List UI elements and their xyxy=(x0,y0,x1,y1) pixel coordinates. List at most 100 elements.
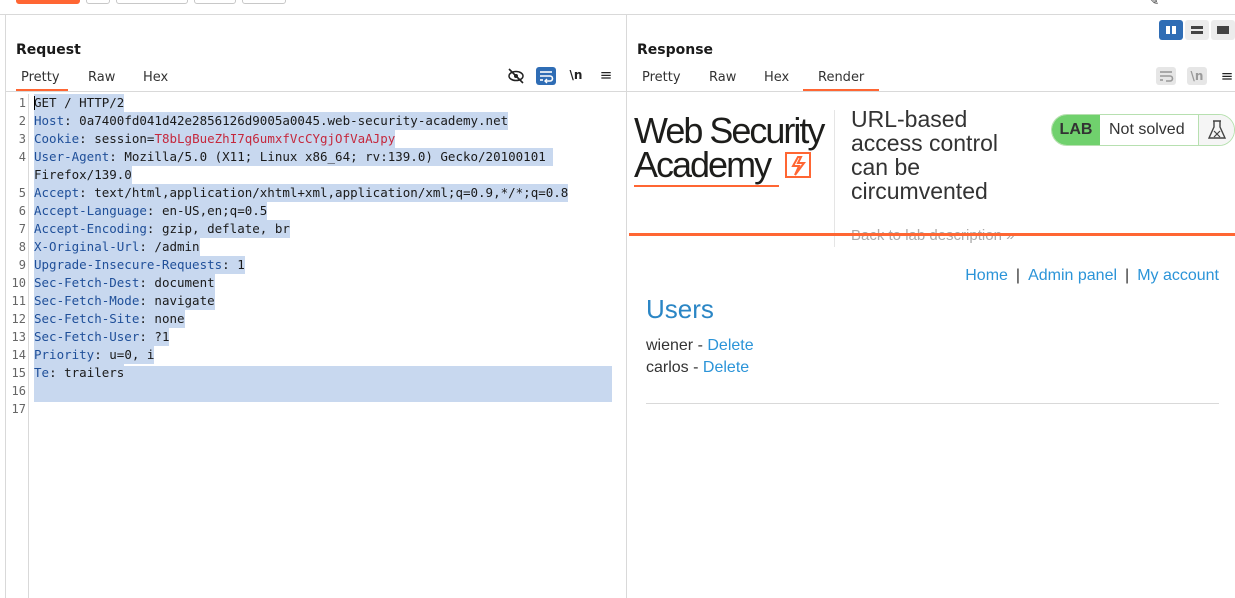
send-button[interactable] xyxy=(16,0,80,4)
lab-status-text: Not solved xyxy=(1109,121,1185,138)
header-name: Upgrade-Insecure-Requests xyxy=(34,257,223,272)
line-number: 7 xyxy=(18,222,26,236)
code-text: Upgrade-Insecure-Requests: 1 xyxy=(34,256,245,274)
header-separator: : xyxy=(139,311,155,326)
line-number: 2 xyxy=(18,114,26,128)
pencil-icon[interactable]: ✎ xyxy=(1149,0,1159,8)
response-title: Response xyxy=(637,42,714,58)
header-separator: : xyxy=(79,131,95,146)
header-value: Firefox/139.0 xyxy=(34,167,132,182)
line-number: 11 xyxy=(11,294,26,308)
nav-home-link[interactable]: Home xyxy=(965,267,1008,284)
response-word-wrap-icon[interactable] xyxy=(1156,67,1176,85)
header-name: X-Original-Url xyxy=(34,239,140,254)
header-value: 1 xyxy=(237,257,245,272)
newline-icon[interactable]: \n xyxy=(566,66,586,84)
response-menu-icon[interactable]: ≡ xyxy=(1218,67,1235,85)
code-line: 6 Accept-Language: en-US,en;q=0.5 xyxy=(6,202,626,220)
code-line: 4 User-Agent: Mozilla/5.0 (X11; Linux x86… xyxy=(6,148,626,166)
delete-wiener-link[interactable]: Delete xyxy=(707,337,753,354)
header-separator: : xyxy=(139,239,155,254)
tab-response-raw[interactable]: Raw xyxy=(709,70,736,85)
line-number: 15 xyxy=(11,366,26,380)
code-line: 1 GET / HTTP/2 xyxy=(6,94,626,112)
line-number: 10 xyxy=(11,276,26,290)
header-name: Sec-Fetch-Site xyxy=(34,311,140,326)
code-text: Te: trailers xyxy=(34,364,125,382)
code-line: 7 Accept-Encoding: gzip, deflate, br xyxy=(6,220,626,238)
history-back-button[interactable] xyxy=(194,0,236,4)
line-number: 5 xyxy=(18,186,26,200)
user-row-wiener: wiener - Delete xyxy=(646,337,754,355)
tab-request-hex[interactable]: Hex xyxy=(143,70,168,85)
delete-carlos-link[interactable]: Delete xyxy=(703,359,749,376)
username: wiener xyxy=(646,337,694,354)
code-text: Sec-Fetch-Mode: navigate xyxy=(34,292,215,310)
history-forward-button[interactable] xyxy=(242,0,286,4)
menu-icon[interactable]: ≡ xyxy=(597,66,615,84)
code-line: 2 Host: 0a7400fd041d42e2856126d9005a0045.… xyxy=(6,112,626,130)
layout-tabs-icon[interactable] xyxy=(1211,20,1235,40)
code-line: 14 Priority: u=0, i xyxy=(6,346,626,364)
header-separator: : xyxy=(64,113,80,128)
header-separator xyxy=(834,110,835,247)
header-value: ?1 xyxy=(154,329,170,344)
header-separator: : xyxy=(139,275,155,290)
tab-underline xyxy=(6,91,626,92)
header-value: none xyxy=(154,311,185,326)
request-editor[interactable]: 1 GET / HTTP/2 2 Host: 0a7400fd041d42e28561… xyxy=(6,94,626,598)
code-line: 16 xyxy=(6,382,626,400)
lab-title: URL-based access control can be circumve… xyxy=(851,106,999,204)
layout-stacked-icon[interactable] xyxy=(1185,20,1209,40)
code-text: Cookie: session=T8bLgBueZhI7q6umxfVcCYgj… xyxy=(34,130,396,148)
code-line: 8 X-Original-Url: /admin xyxy=(6,238,626,256)
tab-response-render[interactable]: Render xyxy=(803,70,879,91)
tab-response-hex[interactable]: Hex xyxy=(764,70,789,85)
header-name: Cookie xyxy=(34,131,80,146)
header-separator: : xyxy=(139,293,155,308)
nav-my-account-link[interactable]: My account xyxy=(1137,267,1219,284)
response-newline-icon[interactable]: \n xyxy=(1187,67,1207,85)
code-line: 12 Sec-Fetch-Site: none xyxy=(6,310,626,328)
request-title: Request xyxy=(16,42,81,58)
header-name: Sec-Fetch-User xyxy=(34,329,140,344)
code-text: Sec-Fetch-Dest: document xyxy=(34,274,215,292)
header-name: User-Agent xyxy=(34,149,110,164)
code-line: 11 Sec-Fetch-Mode: navigate xyxy=(6,292,626,310)
tab-response-pretty[interactable]: Pretty xyxy=(642,70,681,85)
code-text: Host: 0a7400fd041d42e2856126d9005a0045.w… xyxy=(34,112,509,130)
header-name: Sec-Fetch-Dest xyxy=(34,275,140,290)
tab-request-pretty[interactable]: Pretty xyxy=(16,70,68,91)
hide-eye-icon[interactable] xyxy=(506,67,526,85)
code-line: 13 Sec-Fetch-User: ?1 xyxy=(6,328,626,346)
header-name: Host xyxy=(34,113,65,128)
code-text: Priority: u=0, i xyxy=(34,346,155,364)
header-separator: : xyxy=(79,185,95,200)
settings-button[interactable] xyxy=(86,0,110,4)
top-toolbar: ✎ xyxy=(0,0,1235,15)
layout-side-by-side-icon[interactable] xyxy=(1159,20,1183,40)
header-separator: : xyxy=(139,329,155,344)
web-security-academy-logo[interactable]: Web Security Academy xyxy=(634,113,834,187)
users-heading: Users xyxy=(646,294,714,324)
code-text: Firefox/139.0 xyxy=(34,166,132,184)
header-separator: : xyxy=(94,347,110,362)
header-value: gzip, deflate, br xyxy=(161,221,290,236)
word-wrap-icon[interactable] xyxy=(536,67,556,85)
header-name: Accept-Encoding xyxy=(34,221,147,236)
header-name: Te xyxy=(34,365,50,380)
line-number: 4 xyxy=(18,150,26,164)
text-caret xyxy=(34,96,35,110)
nav-admin-panel-link[interactable]: Admin panel xyxy=(1028,267,1117,284)
header-value: trailers xyxy=(64,365,125,380)
header-separator: : xyxy=(109,149,125,164)
header-value: session= xyxy=(94,131,155,146)
line-number: 1 xyxy=(18,96,26,110)
line-number: 12 xyxy=(11,312,26,326)
line-number: 6 xyxy=(18,204,26,218)
code-text: Accept-Encoding: gzip, deflate, br xyxy=(34,220,290,238)
site-nav: Home | Admin panel | My account xyxy=(965,267,1219,285)
cancel-button[interactable] xyxy=(116,0,188,4)
tab-request-raw[interactable]: Raw xyxy=(88,70,115,85)
header-name: Accept xyxy=(34,185,80,200)
